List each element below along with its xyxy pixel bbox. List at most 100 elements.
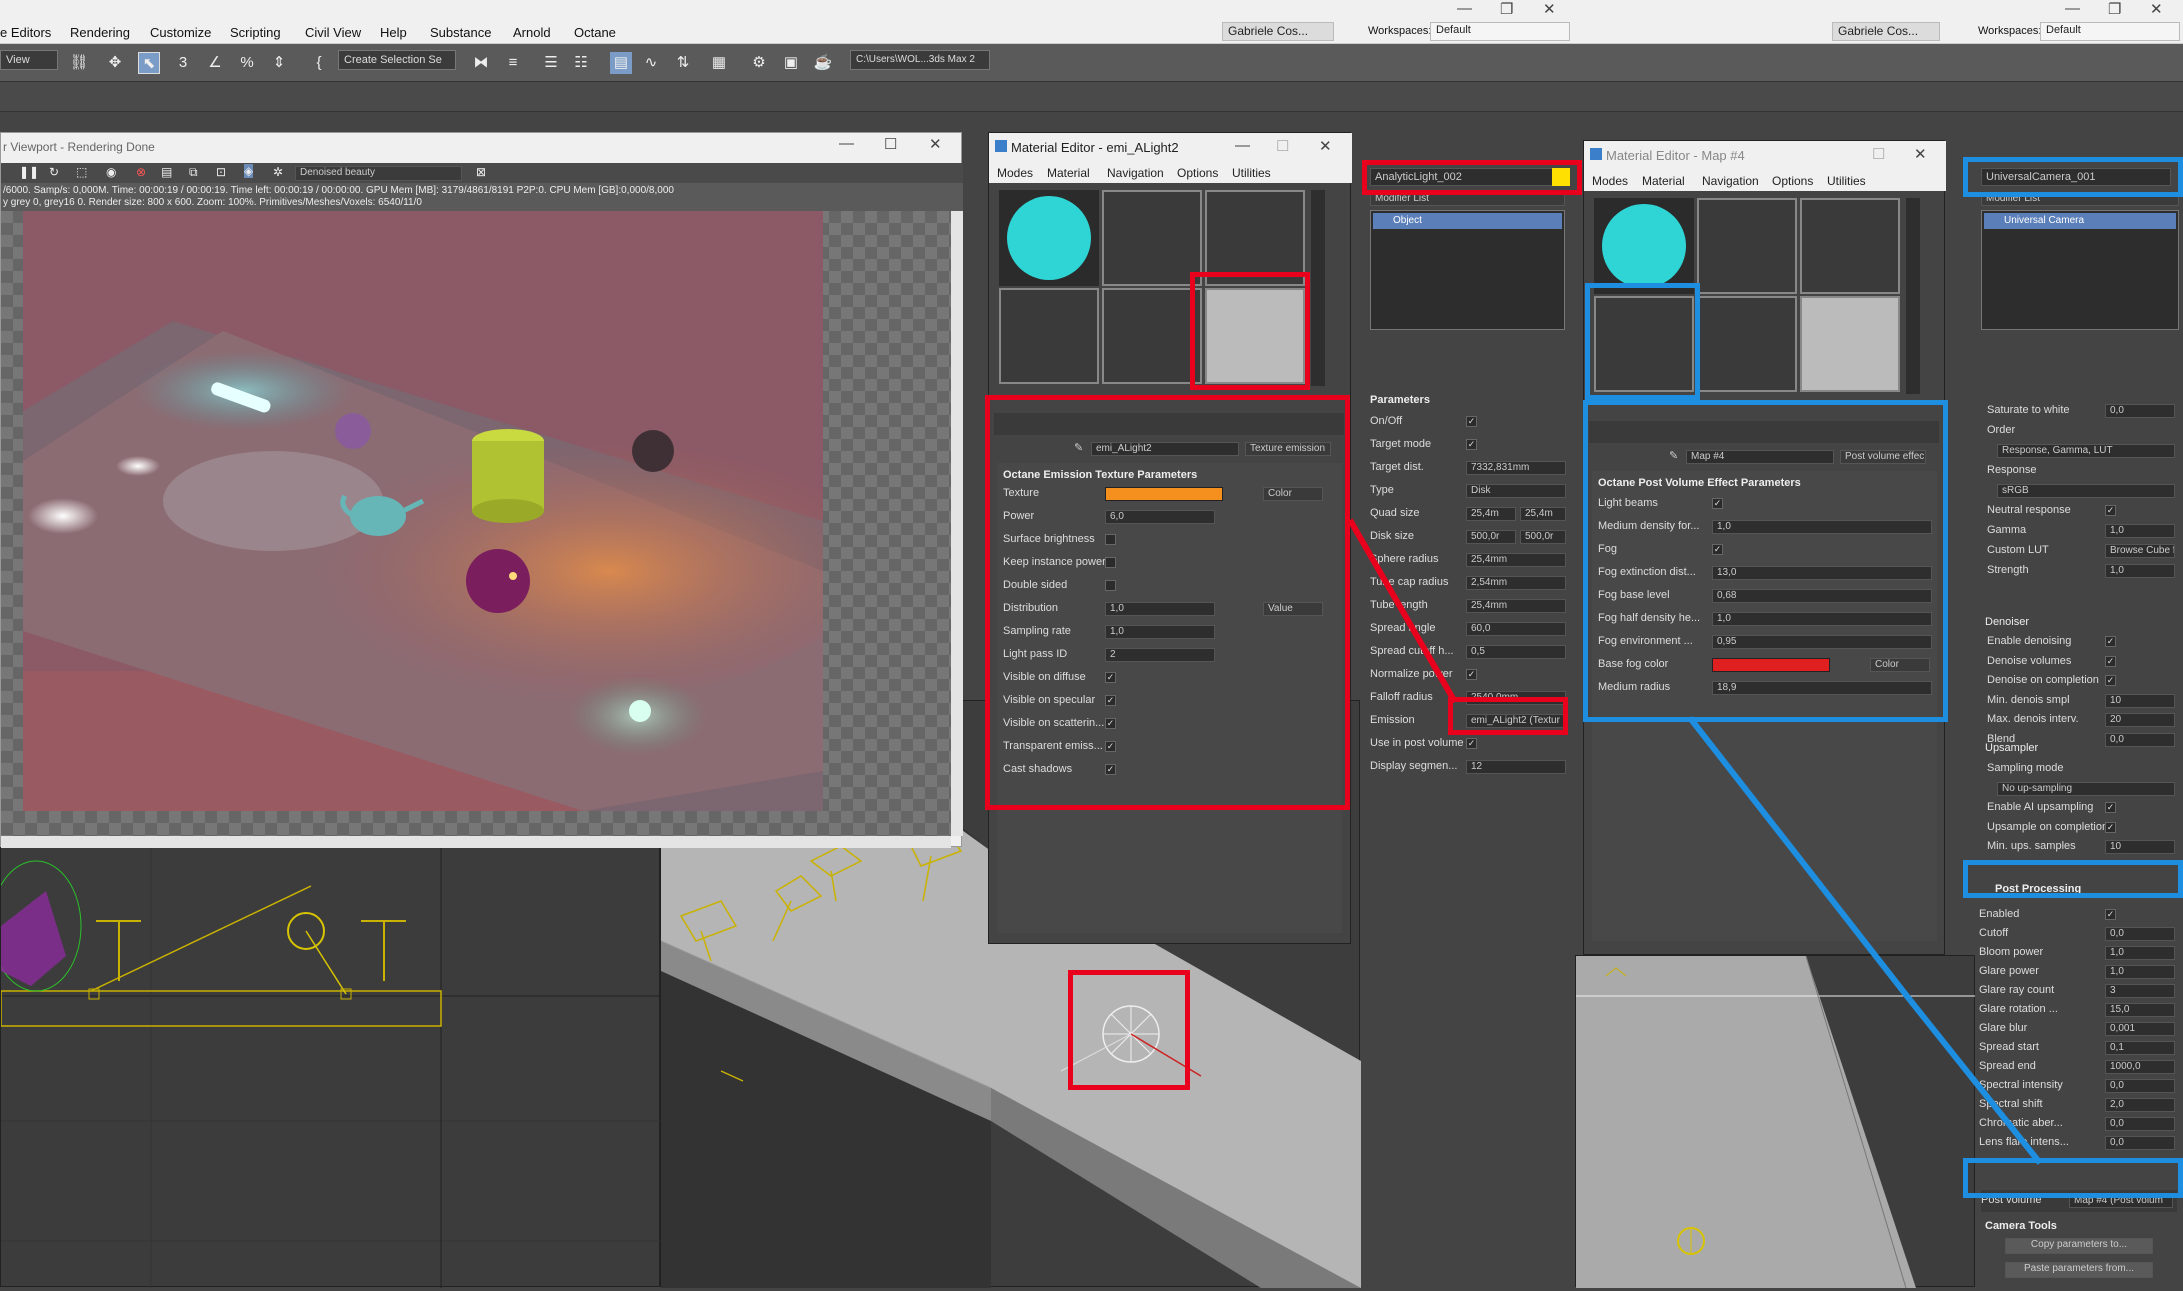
me1-slot-4[interactable] xyxy=(999,288,1099,384)
project-path[interactable]: C:\Users\WOL...3ds Max 2 xyxy=(850,50,990,70)
render-close-icon[interactable]: ✕ xyxy=(929,135,942,153)
region-icon[interactable]: ⬚ xyxy=(76,165,87,179)
render-hscrollbar[interactable] xyxy=(1,836,951,848)
param-checkbox[interactable]: ✓ xyxy=(2105,802,2116,813)
param-checkbox[interactable]: ✓ xyxy=(2105,909,2116,920)
menu-arnold[interactable]: Arnold xyxy=(513,25,551,40)
edit-named-sets-icon[interactable]: { xyxy=(308,52,330,74)
param-checkbox[interactable]: ✓ xyxy=(2105,821,2116,833)
workspace-select-2[interactable]: Default xyxy=(2040,22,2180,41)
param-checkbox[interactable]: ✓ xyxy=(2105,505,2116,516)
me1-maximize-icon[interactable]: ☐ xyxy=(1276,137,1289,155)
settings-icon[interactable]: ✲ xyxy=(273,165,283,179)
focus-picker-icon[interactable]: ◈ xyxy=(244,164,254,178)
restore-icon[interactable]: ❐ xyxy=(1500,0,1513,18)
layer-explorer-icon[interactable]: ☷ xyxy=(570,52,592,74)
param-field[interactable]: 1000,0 xyxy=(2105,1060,2175,1074)
workspace-select[interactable]: Default xyxy=(1430,22,1570,41)
percent-snap-icon[interactable]: % xyxy=(236,52,258,74)
curve-editor-icon[interactable]: ∿ xyxy=(640,52,662,74)
me2-slot-1[interactable] xyxy=(1594,198,1694,294)
menu-customize[interactable]: Customize xyxy=(150,25,211,40)
param-field[interactable]: 3 xyxy=(2105,984,2175,998)
param-field[interactable]: 10 xyxy=(2105,840,2175,854)
me1-menu-modes[interactable]: Modes xyxy=(997,166,1033,180)
param-checkbox[interactable]: ✓ xyxy=(2105,675,2116,686)
param-field[interactable]: 10 xyxy=(2105,693,2175,708)
ribbon-icon[interactable]: ▤ xyxy=(610,52,632,74)
me2-menu-navigation[interactable]: Navigation xyxy=(1702,174,1759,188)
param-checkbox[interactable]: ✓ xyxy=(1466,738,1477,749)
param-checkbox[interactable]: ✓ xyxy=(2105,655,2116,667)
minimize-icon[interactable]: — xyxy=(1457,0,1472,17)
viewport-camera[interactable] xyxy=(1575,955,1976,1289)
color-picker-icon[interactable]: ◉ xyxy=(106,165,116,179)
menu-rendering[interactable]: Rendering xyxy=(70,25,130,40)
param-field[interactable]: 12 xyxy=(1466,760,1566,774)
mirror-icon[interactable]: ⧓ xyxy=(470,52,492,74)
select-icon[interactable]: ⬉ xyxy=(138,52,160,74)
align-icon[interactable]: ≡ xyxy=(502,52,524,74)
material-editor-icon[interactable]: ▦ xyxy=(708,52,730,74)
param-field[interactable]: 60,0 xyxy=(1466,622,1566,636)
me2-menu-options[interactable]: Options xyxy=(1772,174,1813,188)
save-image-icon[interactable]: ▤ xyxy=(161,165,172,179)
param-field[interactable]: 0,1 xyxy=(2105,1041,2175,1055)
export-icon[interactable]: ⊠ xyxy=(476,165,486,179)
menu-civil-view[interactable]: Civil View xyxy=(305,25,361,40)
render-maximize-icon[interactable]: ☐ xyxy=(884,135,897,153)
param-field[interactable]: 1,0 xyxy=(2105,524,2175,538)
param-field[interactable]: 2,54mm xyxy=(1466,576,1566,590)
param-field[interactable]: 0,0 xyxy=(2105,1136,2175,1150)
selection-set-select[interactable]: Create Selection Se xyxy=(338,50,456,70)
restore-icon-2[interactable]: ❐ xyxy=(2108,0,2121,18)
param-field[interactable]: 0,0 xyxy=(2105,1079,2175,1093)
pause-icon[interactable]: ❚❚ xyxy=(19,165,39,179)
render-setup-icon[interactable]: ⚙ xyxy=(748,52,770,74)
me1-slot-5[interactable] xyxy=(1102,288,1202,384)
cp2-stack-item[interactable]: Universal Camera xyxy=(1984,213,2176,229)
view-select[interactable]: View xyxy=(0,50,58,70)
param-field[interactable]: 25,4mm xyxy=(1466,599,1566,613)
param-checkbox[interactable]: ✓ xyxy=(1466,439,1477,450)
param-field[interactable]: 0,0 xyxy=(2105,732,2175,747)
me1-menu-options[interactable]: Options xyxy=(1177,166,1218,180)
param-field[interactable]: 20 xyxy=(2105,713,2175,727)
rendered-frame-icon[interactable]: ▣ xyxy=(780,52,802,74)
me2-slot-5[interactable] xyxy=(1697,296,1797,392)
param-field[interactable]: 25,4mm xyxy=(1466,553,1566,567)
render-icon[interactable]: ☕ xyxy=(812,52,834,74)
me1-slot-2[interactable] xyxy=(1102,190,1202,286)
lock-icon[interactable]: ⊡ xyxy=(216,165,226,179)
param-checkbox[interactable]: ✓ xyxy=(1466,669,1477,680)
param-field[interactable]: 1,0 xyxy=(2105,946,2175,960)
param-checkbox[interactable]: ✓ xyxy=(1466,416,1477,427)
me2-menu-modes[interactable]: Modes xyxy=(1592,174,1628,188)
param-field[interactable]: Disk xyxy=(1466,484,1566,498)
close-icon-2[interactable]: ✕ xyxy=(2150,0,2163,18)
cp1-stack-item[interactable]: Object xyxy=(1373,213,1562,229)
param-field[interactable]: 0,001 xyxy=(2105,1022,2175,1036)
scene-explorer-icon[interactable]: ☰ xyxy=(540,52,562,74)
render-minimize-icon[interactable]: — xyxy=(839,135,854,152)
param-dropdown[interactable]: Response, Gamma, LUT xyxy=(1997,444,2175,458)
menu-substance[interactable]: Substance xyxy=(430,25,491,40)
param-field-2[interactable]: 500,0r xyxy=(1520,530,1566,544)
param-dropdown[interactable]: sRGB xyxy=(1997,484,2175,498)
me1-slot-1[interactable] xyxy=(999,190,1099,286)
param-dropdown[interactable]: No up-sampling xyxy=(1997,781,2175,796)
render-vscrollbar[interactable] xyxy=(951,211,963,836)
menu-editors[interactable]: e Editors xyxy=(0,25,51,40)
me2-slot-2[interactable] xyxy=(1697,198,1797,294)
param-field[interactable]: 15,0 xyxy=(2105,1003,2175,1017)
param-field[interactable]: 2,0 xyxy=(2105,1098,2175,1112)
param-field[interactable]: 500,0r xyxy=(1466,530,1516,544)
menu-scripting[interactable]: Scripting xyxy=(230,25,281,40)
me1-menu-material[interactable]: Material xyxy=(1047,166,1090,180)
param-field[interactable]: 1,0 xyxy=(2105,564,2175,578)
me1-menu-navigation[interactable]: Navigation xyxy=(1107,166,1164,180)
move-icon[interactable]: ✥ xyxy=(104,52,126,74)
me2-slot-3[interactable] xyxy=(1800,198,1900,294)
param-checkbox[interactable]: ✓ xyxy=(2105,636,2116,647)
param-field[interactable]: 1,0 xyxy=(2105,965,2175,979)
